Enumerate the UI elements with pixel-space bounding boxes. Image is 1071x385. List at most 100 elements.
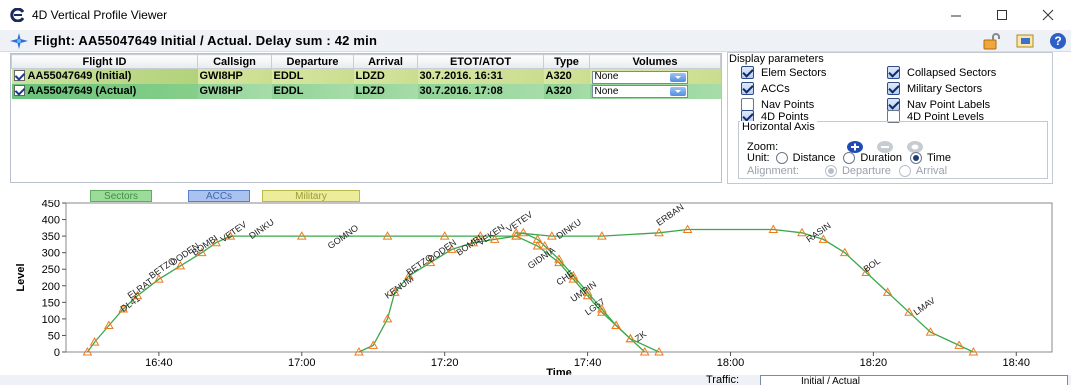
volumes-cell: None <box>589 68 721 84</box>
traffic-value: Initial / Actual <box>801 376 860 385</box>
column-header[interactable]: Type <box>543 54 590 69</box>
y-tick-label: 400 <box>42 215 60 227</box>
x-axis-label: Time <box>546 367 571 375</box>
close-button[interactable] <box>1025 0 1071 30</box>
row-checkbox[interactable] <box>13 70 25 82</box>
column-header[interactable]: Volumes <box>589 54 721 69</box>
collapsed-sectors-checkbox[interactable] <box>887 66 900 79</box>
unit-duration-radio[interactable] <box>843 152 856 164</box>
unit-label: Unit: <box>747 152 770 164</box>
row-checkbox[interactable] <box>13 85 25 96</box>
unit-distance-label: Distance <box>792 152 836 164</box>
elem-sectors-checkbox[interactable] <box>741 66 754 79</box>
etot-cell: 30.7.2016. 17:08 <box>417 83 544 99</box>
minimize-icon <box>951 15 961 17</box>
volumes-value: None <box>594 71 619 82</box>
maximize-button[interactable] <box>979 0 1025 30</box>
alignment-arrival-radio[interactable] <box>898 165 911 177</box>
column-header[interactable]: Departure <box>271 54 354 69</box>
callsign-cell: GWI8HP <box>197 83 272 99</box>
departure-cell: EDDL <box>271 83 354 99</box>
accs-option[interactable]: ACCs <box>741 82 790 95</box>
accs-checkbox[interactable] <box>741 82 754 95</box>
svg-text:?: ? <box>1054 34 1061 48</box>
table-header-row: Flight ID Callsign Departure Arrival ETO… <box>11 54 721 69</box>
app-logo-icon <box>10 8 24 22</box>
callsign-cell: GWI8HP <box>197 68 272 84</box>
volumes-value: None <box>594 85 619 97</box>
help-icon[interactable]: ? <box>1049 32 1067 50</box>
volumes-dropdown[interactable]: None <box>591 85 688 99</box>
column-header[interactable]: Arrival <box>353 54 418 69</box>
window-title: 4D Vertical Profile Viewer <box>32 8 168 22</box>
type-cell: A320 <box>543 68 590 84</box>
y-tick-label: 150 <box>42 297 60 309</box>
flight-id-cell: AA55047649 (Actual) <box>11 83 198 99</box>
y-tick-label: 300 <box>42 248 60 260</box>
alignment-departure-label: Departure <box>841 165 891 177</box>
option-label: Nav Points <box>761 98 815 111</box>
x-tick-label: 17:20 <box>431 357 459 369</box>
y-axis-label: Level <box>15 263 27 291</box>
traffic-dropdown[interactable]: Initial / Actual <box>760 375 1068 385</box>
display-parameters-title: Display parameters <box>729 53 824 65</box>
flight-header-bar: Flight: AA55047649 Initial / Actual. Del… <box>0 30 1071 52</box>
plane-icon <box>10 32 28 49</box>
traffic-label: Traffic: <box>706 375 740 385</box>
option-label: Collapsed Sectors <box>907 66 997 79</box>
y-tick-label: 350 <box>42 231 60 243</box>
y-tick-label: 450 <box>42 200 60 210</box>
flight-table: Flight ID Callsign Departure Arrival ETO… <box>10 53 722 183</box>
x-tick-label: 17:40 <box>574 357 602 369</box>
maximize-icon <box>997 10 1007 20</box>
x-tick-label: 18:20 <box>860 357 888 369</box>
vertical-profile-chart[interactable]: 0 50 100 150 200 250 300 350 400 450 16:40 17:00 17:… <box>0 200 1071 375</box>
unit-duration-label: Duration <box>860 152 902 164</box>
x-tick-label: 17:00 <box>288 357 316 369</box>
volumes-dropdown[interactable]: None <box>591 70 688 84</box>
table-row[interactable]: AA55047649 (Initial) GWI8HP EDDL LDZD 30… <box>11 68 721 84</box>
y-tick-label: 250 <box>42 264 60 276</box>
column-header[interactable]: ETOT/ATOT <box>417 54 544 69</box>
military-sectors-option[interactable]: Military Sectors <box>887 82 982 95</box>
table-row[interactable]: AA55047649 (Actual) GWI8HP EDDL LDZD 30.… <box>11 83 721 99</box>
arrival-cell: LDZD <box>353 68 418 84</box>
military-sectors-checkbox[interactable] <box>887 82 900 95</box>
collapsed-sectors-option[interactable]: Collapsed Sectors <box>887 66 996 79</box>
unlock-icon[interactable] <box>981 32 1001 50</box>
unit-time-radio[interactable] <box>910 152 922 164</box>
export-icon[interactable] <box>1015 32 1035 50</box>
flight-id-cell: AA55047649 (Initial) <box>11 68 198 84</box>
option-label: Elem Sectors <box>761 66 827 79</box>
close-icon <box>1042 9 1054 21</box>
column-header[interactable]: Flight ID <box>11 54 198 69</box>
elem-sectors-option[interactable]: Elem Sectors <box>741 66 826 79</box>
flight-title: Flight: AA55047649 Initial / Actual. Del… <box>34 33 378 48</box>
volumes-cell: None <box>589 83 721 99</box>
y-tick-label: 200 <box>42 281 60 293</box>
unit-row: Unit: Distance Duration Time <box>747 152 951 164</box>
y-tick-label: 0 <box>54 347 60 359</box>
dropdown-arrow-icon <box>669 72 686 82</box>
unit-distance-radio[interactable] <box>775 152 788 164</box>
title-bar: 4D Vertical Profile Viewer <box>0 0 1071 30</box>
alignment-arrival-label: Arrival <box>915 165 948 177</box>
x-tick-label: 18:40 <box>1003 357 1031 369</box>
minimize-button[interactable] <box>933 0 979 30</box>
flight-id-text: AA55047649 (Actual) <box>27 85 137 97</box>
dropdown-arrow-icon <box>669 87 686 97</box>
type-cell: A320 <box>543 83 590 99</box>
y-tick-label: 50 <box>48 330 60 342</box>
alignment-departure-radio[interactable] <box>824 165 837 177</box>
unit-time-label: Time <box>927 152 952 164</box>
option-label: ACCs <box>761 82 790 95</box>
column-header[interactable]: Callsign <box>197 54 272 69</box>
arrival-cell: LDZD <box>353 83 418 99</box>
option-label: Nav Point Labels <box>907 98 991 111</box>
option-label: Military Sectors <box>907 82 983 95</box>
y-tick-label: 100 <box>42 314 60 326</box>
x-tick-label: 18:00 <box>717 357 745 369</box>
alignment-label: Alignment: <box>747 165 799 177</box>
horizontal-axis-title: Horizontal Axis <box>740 121 817 133</box>
etot-cell: 30.7.2016. 16:31 <box>417 68 544 84</box>
